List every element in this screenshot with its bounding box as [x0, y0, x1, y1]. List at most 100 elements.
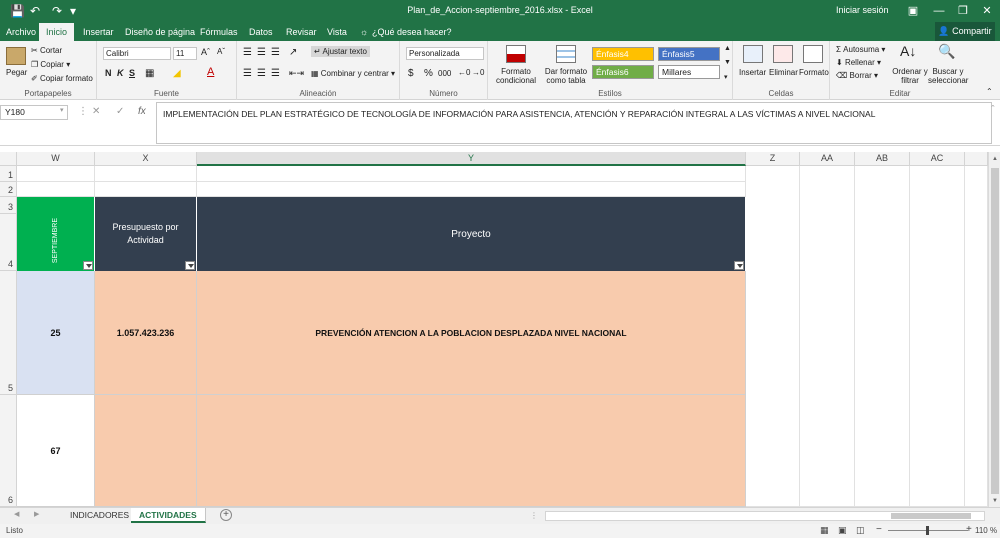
col-header-ac[interactable]: AC: [910, 152, 965, 166]
bold-button[interactable]: N: [105, 68, 112, 78]
delete-cells-icon[interactable]: [773, 45, 793, 63]
header-month-cell[interactable]: SEPTIEMBRE: [17, 197, 95, 271]
name-box[interactable]: Y180: [0, 105, 68, 120]
sort-filter-button[interactable]: Ordenar y filtrar: [892, 67, 928, 85]
align-left-icon[interactable]: ☰: [243, 68, 252, 79]
fill-color-icon[interactable]: ◢: [173, 68, 181, 79]
tab-vista[interactable]: Vista: [327, 25, 347, 39]
page-layout-view-icon[interactable]: ▣: [838, 525, 847, 536]
style-enfasis5[interactable]: Énfasis5: [658, 47, 720, 61]
fill-button[interactable]: ⬇ Rellenar ▾: [836, 58, 881, 67]
row-header-2[interactable]: 2: [0, 182, 17, 197]
paste-icon[interactable]: [6, 47, 26, 65]
percent-button[interactable]: %: [424, 68, 433, 79]
restore-icon[interactable]: ❐: [950, 2, 976, 20]
cell-y5[interactable]: PREVENCIÓN ATENCION A LA POBLACION DESPL…: [197, 271, 746, 395]
cell-w2[interactable]: [17, 182, 95, 197]
grow-font-icon[interactable]: Aˆ: [201, 47, 210, 57]
align-bottom-icon[interactable]: ☰: [271, 47, 280, 58]
conditional-format-icon[interactable]: [506, 45, 526, 63]
style-enfasis6[interactable]: Énfasis6: [592, 65, 654, 79]
next-sheet-icon[interactable]: ▶: [34, 510, 39, 518]
tab-insertar[interactable]: Insertar: [83, 25, 114, 39]
col-header-aa[interactable]: AA: [800, 152, 855, 166]
cell-y1[interactable]: [197, 166, 746, 182]
cell-x2[interactable]: [95, 182, 197, 197]
copy-button[interactable]: ❐ Copiar ▾: [31, 60, 70, 69]
col-header-next[interactable]: [965, 152, 988, 166]
sheet-tab-actividades[interactable]: ACTIVIDADES: [131, 508, 206, 523]
scroll-up-icon[interactable]: ▲: [990, 152, 1000, 166]
find-select-button[interactable]: Buscar y seleccionar: [928, 67, 968, 85]
header-budget-cell[interactable]: Presupuesto por Actividad: [95, 197, 197, 271]
col-header-x[interactable]: X: [95, 152, 197, 166]
cell-y2[interactable]: [197, 182, 746, 197]
cell-y6[interactable]: [197, 395, 746, 507]
col-ab-cells[interactable]: [855, 166, 910, 507]
horizontal-scrollbar[interactable]: [545, 511, 985, 521]
insert-cells-icon[interactable]: [743, 45, 763, 63]
format-table-button[interactable]: Dar formato como tabla: [542, 67, 590, 85]
format-table-icon[interactable]: [556, 45, 576, 63]
format-cells-button[interactable]: Formato: [799, 68, 829, 77]
font-name-select[interactable]: Calibri: [103, 47, 171, 60]
borders-icon[interactable]: ▦: [145, 68, 154, 79]
tab-inicio[interactable]: Inicio: [39, 23, 75, 41]
cell-w5[interactable]: 25: [17, 271, 95, 395]
header-project-cell[interactable]: Proyecto: [197, 197, 746, 271]
shrink-font-icon[interactable]: Aˇ: [217, 47, 225, 56]
paste-button[interactable]: Pegar: [6, 68, 27, 77]
col-next-cells[interactable]: [965, 166, 988, 507]
expand-formula-icon[interactable]: ⌃: [990, 104, 996, 112]
filter-dropdown-icon[interactable]: [734, 261, 744, 270]
autosum-button[interactable]: Σ Autosuma ▾: [836, 45, 885, 54]
underline-button[interactable]: S: [129, 68, 135, 78]
select-all-button[interactable]: [0, 152, 17, 166]
row-header-1[interactable]: 1: [0, 166, 17, 182]
tab-archivo[interactable]: Archivo: [6, 25, 36, 39]
share-button[interactable]: 👤 Compartir: [935, 22, 995, 41]
format-painter-button[interactable]: ✐ Copiar formato: [31, 74, 93, 83]
insert-function-icon[interactable]: fx: [138, 106, 146, 117]
number-format-select[interactable]: Personalizada: [406, 47, 484, 60]
collapse-ribbon-icon[interactable]: ⌃: [986, 87, 993, 96]
tab-datos[interactable]: Datos: [249, 25, 273, 39]
font-size-select[interactable]: 11: [173, 47, 197, 60]
col-header-z[interactable]: Z: [746, 152, 800, 166]
zoom-level[interactable]: 110 %: [975, 526, 997, 535]
styles-more-icon[interactable]: ▾: [724, 73, 728, 81]
styles-scroll-down-icon[interactable]: ▼: [724, 59, 731, 66]
row-header-4[interactable]: 4: [0, 214, 17, 271]
zoom-in-button[interactable]: +: [966, 524, 972, 535]
ribbon-display-icon[interactable]: ▣: [900, 2, 926, 20]
format-cells-icon[interactable]: [803, 45, 823, 63]
minimize-icon[interactable]: —: [926, 2, 952, 20]
align-top-icon[interactable]: ☰: [243, 47, 252, 58]
confirm-entry-icon[interactable]: ✓: [116, 106, 124, 117]
decrease-decimal-icon[interactable]: →0: [472, 68, 484, 77]
filter-dropdown-icon[interactable]: [185, 261, 195, 270]
font-color-icon[interactable]: A: [207, 66, 214, 78]
col-aa-cells[interactable]: [800, 166, 855, 507]
cell-x1[interactable]: [95, 166, 197, 182]
styles-scroll-up-icon[interactable]: ▲: [724, 45, 731, 52]
italic-button[interactable]: K: [117, 68, 124, 78]
thousands-button[interactable]: 000: [438, 69, 451, 78]
style-millares[interactable]: Millares: [658, 65, 720, 79]
row-header-5[interactable]: 5: [0, 271, 17, 395]
cell-x5[interactable]: 1.057.423.236: [95, 271, 197, 395]
zoom-out-button[interactable]: −: [876, 524, 882, 535]
indent-icon[interactable]: ⇤⇥: [289, 68, 304, 79]
conditional-format-button[interactable]: Formato condicional: [494, 67, 538, 85]
zoom-slider[interactable]: [888, 526, 968, 535]
horizontal-scroll-thumb[interactable]: [891, 513, 971, 519]
merge-center-button[interactable]: ▦ Combinar y centrar ▾: [311, 69, 395, 78]
tab-split-handle-icon[interactable]: ⋮: [530, 511, 538, 520]
align-right-icon[interactable]: ☰: [271, 68, 280, 79]
align-center-icon[interactable]: ☰: [257, 68, 266, 79]
prev-sheet-icon[interactable]: ◀: [14, 510, 19, 518]
sort-filter-icon[interactable]: A↓: [900, 43, 916, 59]
close-icon[interactable]: ✕: [974, 2, 1000, 20]
delete-cells-button[interactable]: Eliminar: [769, 68, 798, 77]
increase-decimal-icon[interactable]: ←0: [458, 68, 470, 77]
